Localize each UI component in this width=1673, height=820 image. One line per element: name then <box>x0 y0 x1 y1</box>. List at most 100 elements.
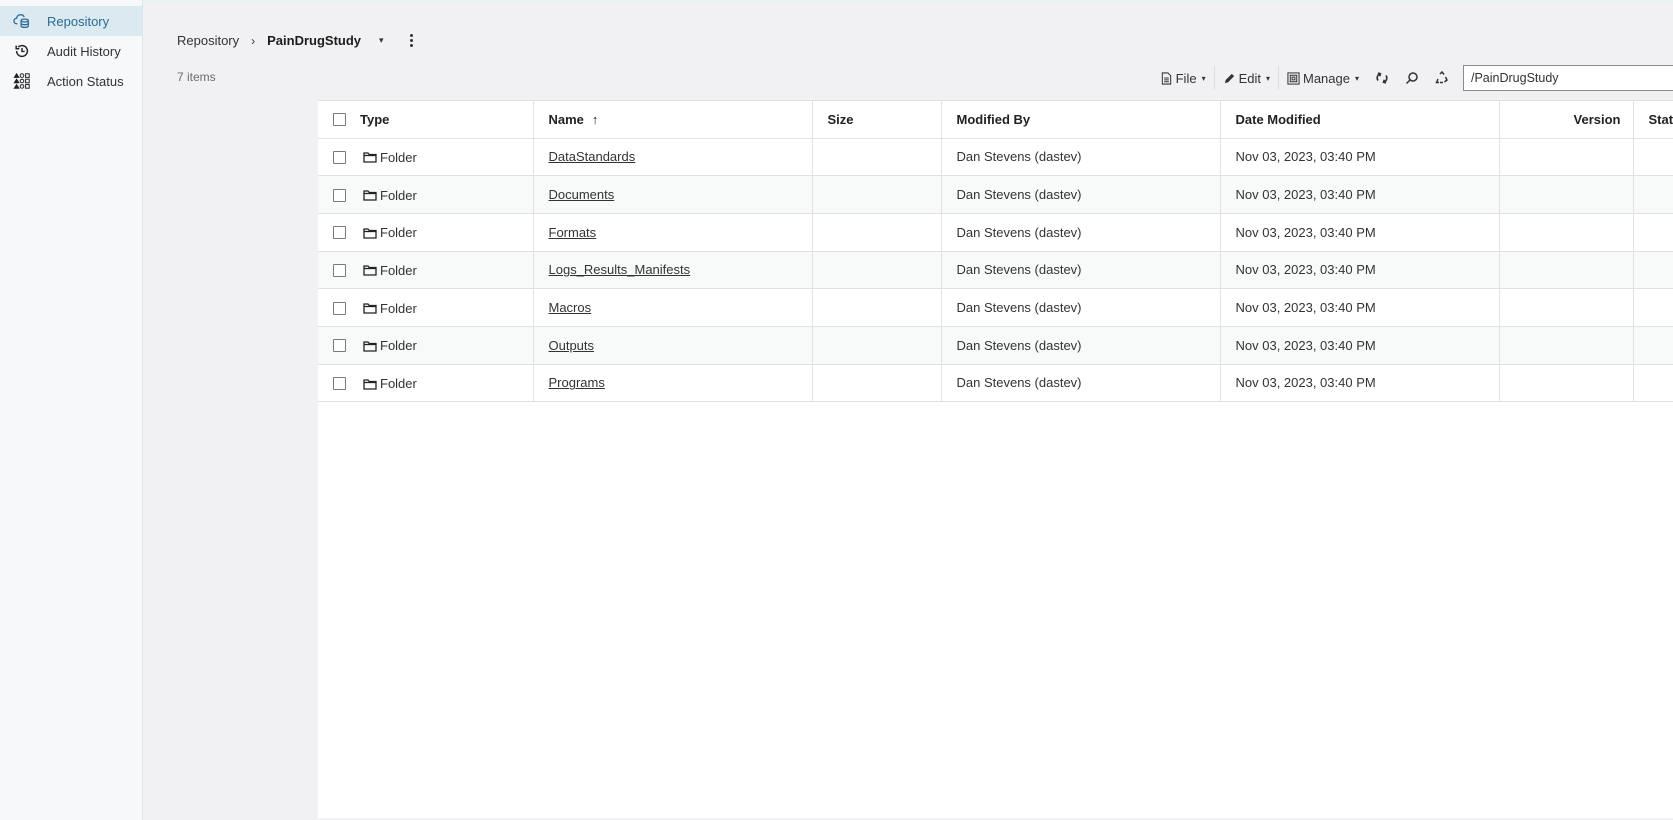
history-icon <box>12 41 32 61</box>
breadcrumb-dropdown-caret-icon[interactable]: ▾ <box>379 35 384 46</box>
cell-type: Folder <box>318 175 534 214</box>
cell-status <box>1633 213 1673 252</box>
cell-version <box>1499 213 1634 252</box>
cell-type: Folder <box>318 326 534 365</box>
file-icon <box>1161 71 1171 85</box>
toolbar: File ▾ Edit ▾ Manage ▾ <box>1152 64 1673 92</box>
sidebar-item-audit-history[interactable]: Audit History <box>0 36 142 66</box>
row-checkbox[interactable] <box>333 263 346 277</box>
cell-name: Logs_Results_Manifests <box>533 251 813 290</box>
cell-version <box>1499 175 1634 214</box>
folder-name-link[interactable]: Documents <box>549 187 615 202</box>
cell-date-modified: Nov 03, 2023, 03:40 PM <box>1220 138 1500 177</box>
cell-type: Folder <box>318 364 534 403</box>
cell-date-modified: Nov 03, 2023, 03:40 PM <box>1220 364 1500 403</box>
cell-modified-by: Dan Stevens (dastev) <box>941 251 1221 290</box>
breadcrumb-root-link[interactable]: Repository <box>177 33 239 48</box>
cell-size <box>812 213 942 252</box>
table-row[interactable]: Folder Outputs Dan Stevens (dastev) Nov 03,… <box>318 326 1673 365</box>
cell-name: Macros <box>533 288 813 327</box>
folder-icon <box>363 303 377 314</box>
more-options-icon[interactable] <box>409 34 413 47</box>
cell-date-modified: Nov 03, 2023, 03:40 PM <box>1220 288 1500 327</box>
cell-name: Documents <box>533 175 813 214</box>
table-header-row: Type Name ↑ Size Modified By Date Modifie… <box>318 101 1673 139</box>
folder-icon <box>363 378 377 390</box>
sync-icon[interactable] <box>1367 66 1397 90</box>
folder-name-link[interactable]: Logs_Results_Manifests <box>549 262 691 277</box>
row-checkbox[interactable] <box>333 188 346 202</box>
cell-name: Outputs <box>533 326 813 365</box>
row-checkbox[interactable] <box>333 377 346 390</box>
cell-version <box>1499 288 1634 327</box>
table-row[interactable]: Folder DataStandards Dan Stevens (dastev) N… <box>318 138 1673 177</box>
column-header-name[interactable]: Name ↑ <box>533 101 813 139</box>
cell-size <box>812 326 942 365</box>
sidebar-item-repository[interactable]: Repository <box>0 6 142 36</box>
cell-name: DataStandards <box>533 138 813 177</box>
folder-name-link[interactable]: Outputs <box>549 338 595 353</box>
table-row[interactable]: Folder Formats Dan Stevens (dastev) Nov 03,… <box>318 213 1673 252</box>
cell-type: Folder <box>318 251 534 290</box>
column-header-size[interactable]: Size <box>812 101 942 139</box>
manage-menu-label: Manage <box>1303 70 1350 86</box>
column-header-type[interactable]: Type <box>318 101 534 139</box>
cell-modified-by: Dan Stevens (dastev) <box>941 288 1221 327</box>
sidebar: Repository Audit History Action Status <box>0 0 143 820</box>
main-content: Repository › PainDrugStudy ▾ 7 items Fil… <box>144 0 1673 820</box>
column-header-version[interactable]: Version <box>1499 101 1634 139</box>
cell-size <box>812 364 942 403</box>
file-menu-button[interactable]: File ▾ <box>1152 66 1214 90</box>
chevron-down-icon: ▾ <box>1354 73 1359 83</box>
cell-date-modified: Nov 03, 2023, 03:40 PM <box>1220 213 1500 252</box>
recycle-icon[interactable] <box>1427 66 1457 90</box>
sidebar-item-label: Repository <box>47 13 110 29</box>
cell-date-modified: Nov 03, 2023, 03:40 PM <box>1220 326 1500 365</box>
folder-name-link[interactable]: Programs <box>549 375 605 390</box>
search-icon[interactable] <box>1397 66 1427 90</box>
sidebar-item-action-status[interactable]: Action Status <box>0 66 142 96</box>
cell-modified-by: Dan Stevens (dastev) <box>941 138 1221 177</box>
chevron-down-icon: ▾ <box>1201 73 1206 83</box>
cloud-database-icon <box>12 11 32 31</box>
column-header-date-modified[interactable]: Date Modified <box>1220 101 1500 139</box>
row-checkbox[interactable] <box>333 226 346 240</box>
manage-menu-button[interactable]: Manage ▾ <box>1279 66 1367 90</box>
folder-icon <box>363 265 377 277</box>
cell-modified-by: Dan Stevens (dastev) <box>941 175 1221 214</box>
row-checkbox[interactable] <box>333 150 346 164</box>
file-table: Type Name ↑ Size Modified By Date Modifie… <box>318 101 1673 403</box>
table-row[interactable]: Folder Documents Dan Stevens (dastev) Nov 0… <box>318 175 1673 214</box>
folder-name-link[interactable]: Macros <box>549 300 592 315</box>
cell-name: Formats <box>533 213 813 252</box>
sidebar-item-label: Audit History <box>47 43 121 59</box>
table-body: Folder DataStandards Dan Stevens (dastev) N… <box>318 138 1673 403</box>
file-menu-label: File <box>1175 70 1197 86</box>
cell-type: Folder <box>318 213 534 252</box>
column-header-modified-by[interactable]: Modified By <box>941 101 1221 139</box>
cell-type: Folder <box>318 288 534 327</box>
cell-version <box>1499 326 1634 365</box>
table-row[interactable]: Folder Logs_Results_Manifests Dan Stevens … <box>318 251 1673 290</box>
cell-modified-by: Dan Stevens (dastev) <box>941 364 1221 403</box>
cell-status <box>1633 326 1673 365</box>
item-count: 7 items <box>177 70 216 84</box>
path-input[interactable] <box>1463 65 1673 91</box>
edit-menu-button[interactable]: Edit ▾ <box>1215 66 1278 90</box>
cell-date-modified: Nov 03, 2023, 03:40 PM <box>1220 251 1500 290</box>
select-all-checkbox[interactable] <box>333 113 346 127</box>
cell-status <box>1633 288 1673 327</box>
chevron-down-icon: ▾ <box>1265 73 1270 83</box>
folder-name-link[interactable]: Formats <box>549 225 597 240</box>
cell-modified-by: Dan Stevens (dastev) <box>941 326 1221 365</box>
cell-size <box>812 251 942 290</box>
sort-ascending-icon: ↑ <box>591 111 599 127</box>
row-checkbox[interactable] <box>333 301 346 315</box>
table-row[interactable]: Folder Macros Dan Stevens (dastev) Nov 03, … <box>318 288 1673 327</box>
folder-icon <box>363 152 377 164</box>
folder-name-link[interactable]: DataStandards <box>549 149 636 164</box>
table-row[interactable]: Folder Programs Dan Stevens (dastev) Nov 03… <box>318 364 1673 403</box>
action-status-grid-icon <box>12 71 32 91</box>
row-checkbox[interactable] <box>333 339 346 353</box>
column-header-status[interactable]: Status <box>1633 101 1673 139</box>
